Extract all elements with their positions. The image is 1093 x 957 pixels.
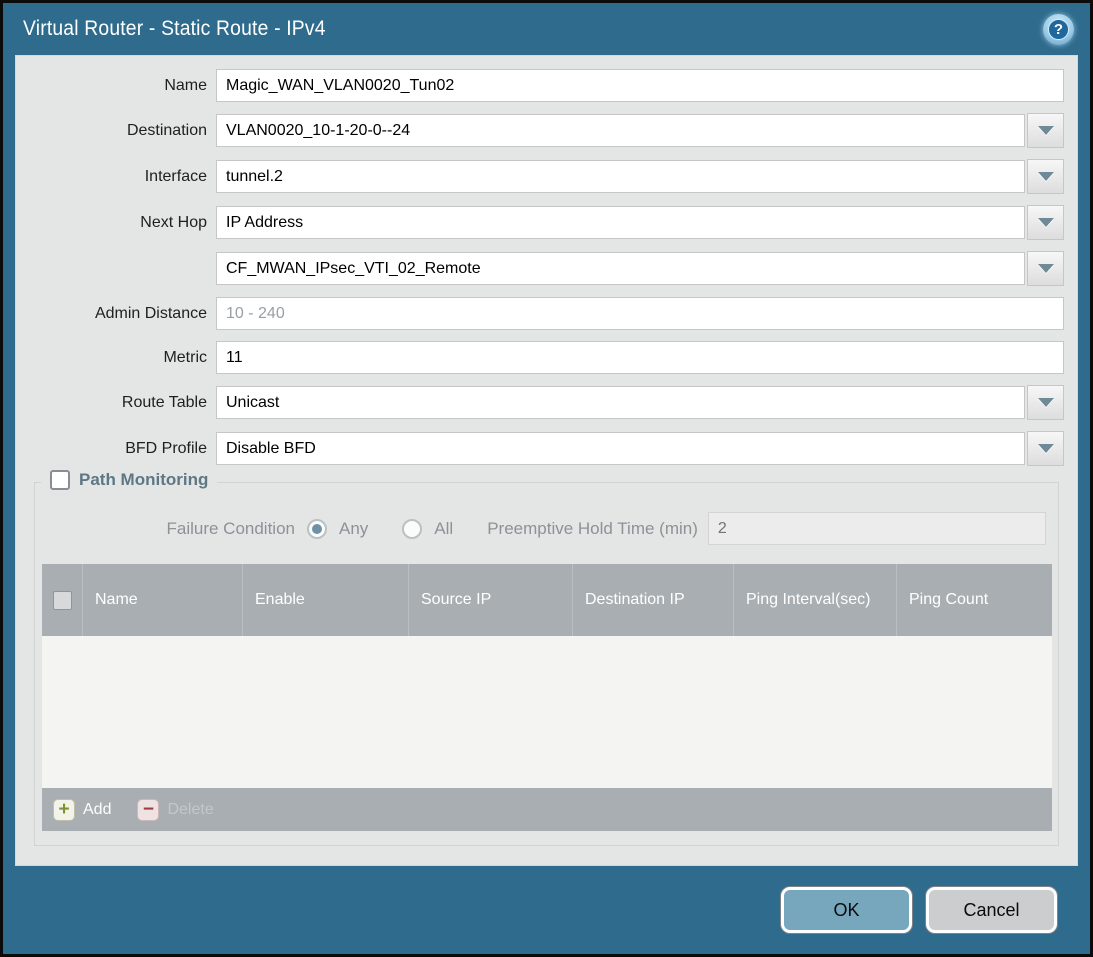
failure-condition-all-label: All <box>434 519 453 539</box>
chevron-down-icon <box>1038 398 1054 407</box>
interface-label: Interface <box>16 168 216 186</box>
metric-row: Metric <box>16 341 1064 374</box>
name-row: Name <box>16 69 1064 102</box>
chevron-down-icon <box>1038 444 1054 453</box>
column-header-source-ip: Source IP <box>408 564 572 636</box>
radio-selected-dot <box>312 524 322 534</box>
destination-dropdown-button[interactable] <box>1027 113 1064 148</box>
failure-condition-row: Failure Condition Any All Preemptive Hol… <box>35 512 1058 545</box>
help-icon[interactable]: ? <box>1043 14 1074 45</box>
interface-input[interactable] <box>216 160 1025 193</box>
chevron-down-icon <box>1038 264 1054 273</box>
column-header-ping-count: Ping Count <box>896 564 1052 636</box>
title-bar: Virtual Router - Static Route - IPv4 ? <box>3 3 1090 55</box>
dialog-title: Virtual Router - Static Route - IPv4 <box>23 17 326 41</box>
route-table-dropdown-button[interactable] <box>1027 385 1064 420</box>
dialog-footer: OK Cancel <box>3 866 1090 954</box>
route-table-input[interactable] <box>216 386 1025 419</box>
path-monitoring-legend: Path Monitoring <box>41 470 217 490</box>
next-hop-address-input[interactable] <box>216 252 1025 285</box>
destination-row: Destination <box>16 113 1064 148</box>
path-monitoring-section: Path Monitoring Failure Condition Any Al… <box>34 482 1059 846</box>
column-header-name: Name <box>82 564 242 636</box>
path-monitoring-table: Name Enable Source IP Destination IP Pin… <box>42 564 1052 831</box>
interface-row: Interface <box>16 159 1064 194</box>
select-all-cell <box>42 564 82 636</box>
bfd-profile-label: BFD Profile <box>16 440 216 458</box>
bfd-profile-input[interactable] <box>216 432 1025 465</box>
table-header-row: Name Enable Source IP Destination IP Pin… <box>42 564 1052 636</box>
select-all-checkbox[interactable] <box>53 591 72 610</box>
dialog-body: Name Destination Interface <box>15 55 1078 866</box>
delete-button-label: Delete <box>167 801 213 819</box>
column-header-destination-ip: Destination IP <box>572 564 733 636</box>
interface-dropdown-button[interactable] <box>1027 159 1064 194</box>
failure-condition-all-radio <box>402 519 422 539</box>
table-toolbar: + Add − Delete <box>42 788 1052 831</box>
minus-icon: − <box>137 799 159 821</box>
admin-distance-input[interactable] <box>216 297 1064 330</box>
next-hop-address-row <box>16 251 1064 286</box>
next-hop-label: Next Hop <box>16 214 216 232</box>
failure-condition-any-radio <box>307 519 327 539</box>
bfd-profile-dropdown-button[interactable] <box>1027 431 1064 466</box>
cancel-button[interactable]: Cancel <box>926 887 1057 933</box>
next-hop-row: Next Hop <box>16 205 1064 240</box>
bfd-profile-row: BFD Profile <box>16 431 1064 466</box>
failure-condition-any-label: Any <box>339 519 368 539</box>
add-button[interactable]: + Add <box>53 799 111 821</box>
route-table-label: Route Table <box>16 394 216 412</box>
metric-label: Metric <box>16 349 216 367</box>
static-route-dialog: Virtual Router - Static Route - IPv4 ? N… <box>3 3 1090 954</box>
destination-input[interactable] <box>216 114 1025 147</box>
path-monitoring-checkbox[interactable] <box>50 470 70 490</box>
column-header-enable: Enable <box>242 564 408 636</box>
preemptive-hold-time-label: Preemptive Hold Time (min) <box>487 519 708 539</box>
admin-distance-label: Admin Distance <box>16 305 216 323</box>
destination-label: Destination <box>16 122 216 140</box>
question-mark-glyph: ? <box>1048 19 1069 40</box>
chevron-down-icon <box>1038 172 1054 181</box>
ok-button[interactable]: OK <box>781 887 912 933</box>
name-input[interactable] <box>216 69 1064 102</box>
name-label: Name <box>16 77 216 95</box>
next-hop-type-input[interactable] <box>216 206 1025 239</box>
failure-condition-label: Failure Condition <box>35 519 307 539</box>
plus-icon: + <box>53 799 75 821</box>
admin-distance-row: Admin Distance <box>16 297 1064 330</box>
table-body-empty <box>42 636 1052 788</box>
metric-input[interactable] <box>216 341 1064 374</box>
next-hop-address-dropdown-button[interactable] <box>1027 251 1064 286</box>
route-table-row: Route Table <box>16 385 1064 420</box>
dialog-frame: Virtual Router - Static Route - IPv4 ? N… <box>0 0 1093 957</box>
chevron-down-icon <box>1038 218 1054 227</box>
delete-button: − Delete <box>137 799 213 821</box>
preemptive-hold-time-input <box>708 512 1046 545</box>
column-header-ping-interval: Ping Interval(sec) <box>733 564 896 636</box>
path-monitoring-title: Path Monitoring <box>79 470 208 490</box>
next-hop-type-dropdown-button[interactable] <box>1027 205 1064 240</box>
add-button-label: Add <box>83 801 111 819</box>
chevron-down-icon <box>1038 126 1054 135</box>
